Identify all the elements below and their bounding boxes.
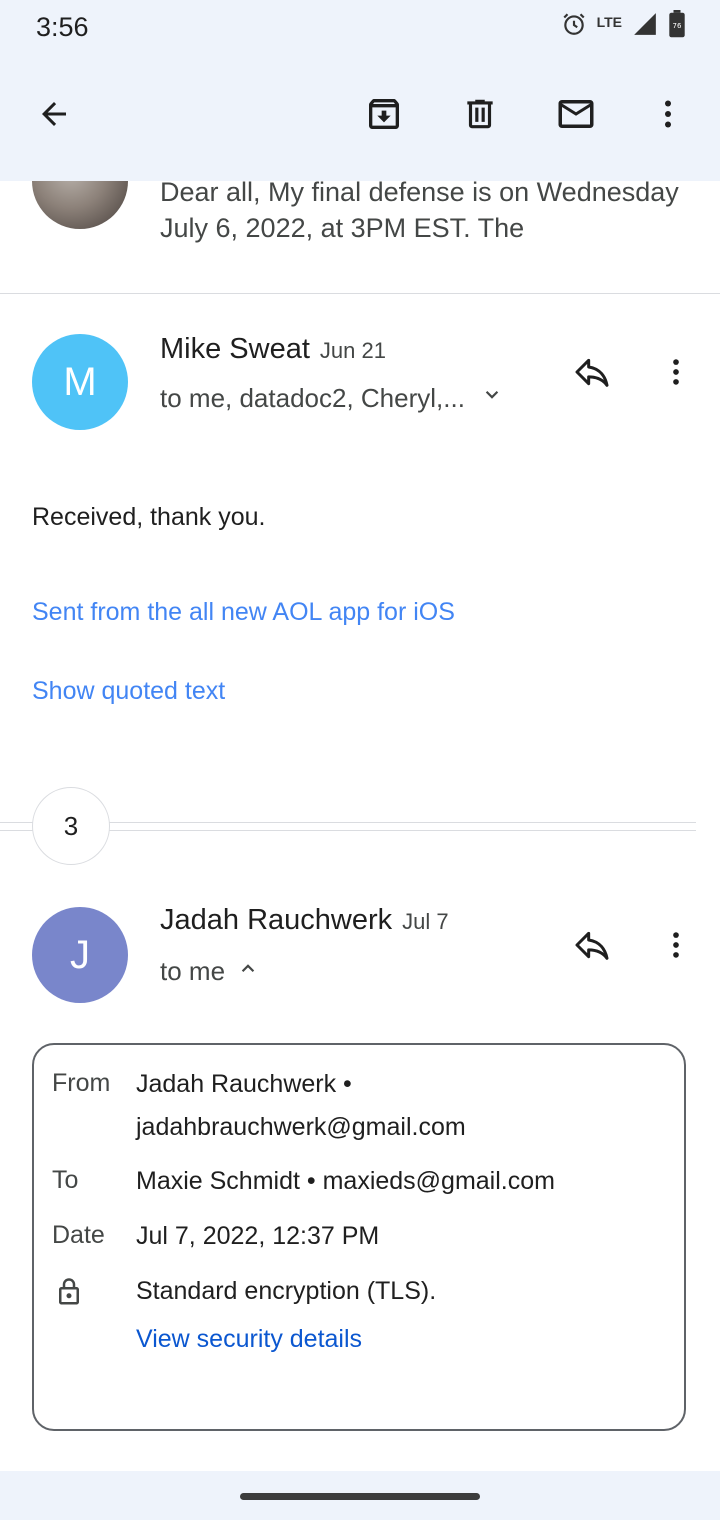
reply-button[interactable] (564, 919, 620, 975)
recipients-text: to me (160, 956, 226, 986)
from-label: From (52, 1069, 111, 1097)
sender-name-text: Jadah Rauchwerk (160, 904, 393, 936)
back-button[interactable] (26, 88, 82, 144)
collapsed-messages-count[interactable]: 3 (32, 787, 110, 865)
alarm-icon (561, 11, 587, 42)
archive-icon (364, 94, 404, 139)
reply-icon (572, 925, 612, 970)
back-arrow-icon (36, 96, 72, 137)
recipients-text: to me, datadoc2, Cheryl,... (160, 383, 465, 413)
navigation-bar (0, 1471, 720, 1520)
message-date: Jun 21 (319, 338, 386, 363)
avatar-letter: J (70, 932, 90, 977)
more-vert-icon (659, 928, 693, 967)
sender-name-text: Mike Sweat (160, 333, 310, 365)
top-app-bar: 3:56 LTE 76 (0, 0, 720, 181)
more-options-button[interactable] (640, 88, 696, 144)
message-more-button[interactable] (648, 346, 704, 402)
conversation-view[interactable]: Dear all, My final defense is on Wednesd… (0, 181, 720, 1471)
network-type: LTE (596, 14, 622, 30)
view-security-details-link[interactable]: View security details (136, 1325, 362, 1354)
reply-icon (572, 352, 612, 397)
message-date: Jul 7 (402, 909, 449, 934)
aol-app-link[interactable]: Sent from the all new AOL app for iOS (32, 598, 455, 627)
recipients-toggle[interactable]: to me, datadoc2, Cheryl,... (160, 382, 505, 415)
archive-button[interactable] (356, 88, 412, 144)
mark-unread-icon (555, 93, 597, 140)
show-quoted-text-link[interactable]: Show quoted text (32, 677, 225, 706)
chevron-down-icon (479, 382, 505, 415)
from-email: jadahbrauchwerk@gmail.com (136, 1113, 466, 1141)
chevron-up-icon (235, 955, 261, 988)
message-body: Received, thank you. (32, 503, 266, 531)
delete-button[interactable] (452, 88, 508, 144)
sender-name: Mike Sweat Jun 21 (160, 333, 386, 366)
avatar-letter: M (63, 359, 97, 404)
message-details-box: From Jadah Rauchwerk • jadahbrauchwerk@g… (32, 1043, 686, 1431)
avatar[interactable]: M (32, 334, 128, 430)
more-vert-icon (650, 96, 686, 137)
message-snippet: Dear all, My final defense is on Wednesd… (160, 181, 679, 243)
battery-icon: 76 (668, 9, 686, 43)
delete-icon (461, 95, 499, 138)
sender-name: Jadah Rauchwerk Jul 7 (160, 904, 449, 937)
more-vert-icon (659, 355, 693, 394)
to-label: To (52, 1166, 79, 1194)
message-more-button[interactable] (648, 919, 704, 975)
encryption-text: Standard encryption (TLS). (136, 1277, 437, 1305)
date-value: Jul 7, 2022, 12:37 PM (136, 1222, 380, 1250)
recipients-toggle[interactable]: to me (160, 955, 261, 988)
to-value: Maxie Schmidt • maxieds@gmail.com (136, 1167, 555, 1195)
signal-icon (632, 11, 658, 42)
home-gesture-handle[interactable] (240, 1493, 480, 1500)
status-icons: LTE 76 (561, 9, 686, 43)
reply-button[interactable] (564, 346, 620, 402)
mark-unread-button[interactable] (548, 88, 604, 144)
from-name: Jadah Rauchwerk • (136, 1070, 352, 1098)
avatar[interactable]: J (32, 907, 128, 1003)
message-divider (0, 293, 720, 294)
date-label: Date (52, 1221, 105, 1249)
battery-level: 76 (673, 22, 682, 30)
lock-icon (54, 1277, 84, 1312)
avatar (32, 181, 128, 229)
status-time: 3:56 (36, 12, 89, 42)
